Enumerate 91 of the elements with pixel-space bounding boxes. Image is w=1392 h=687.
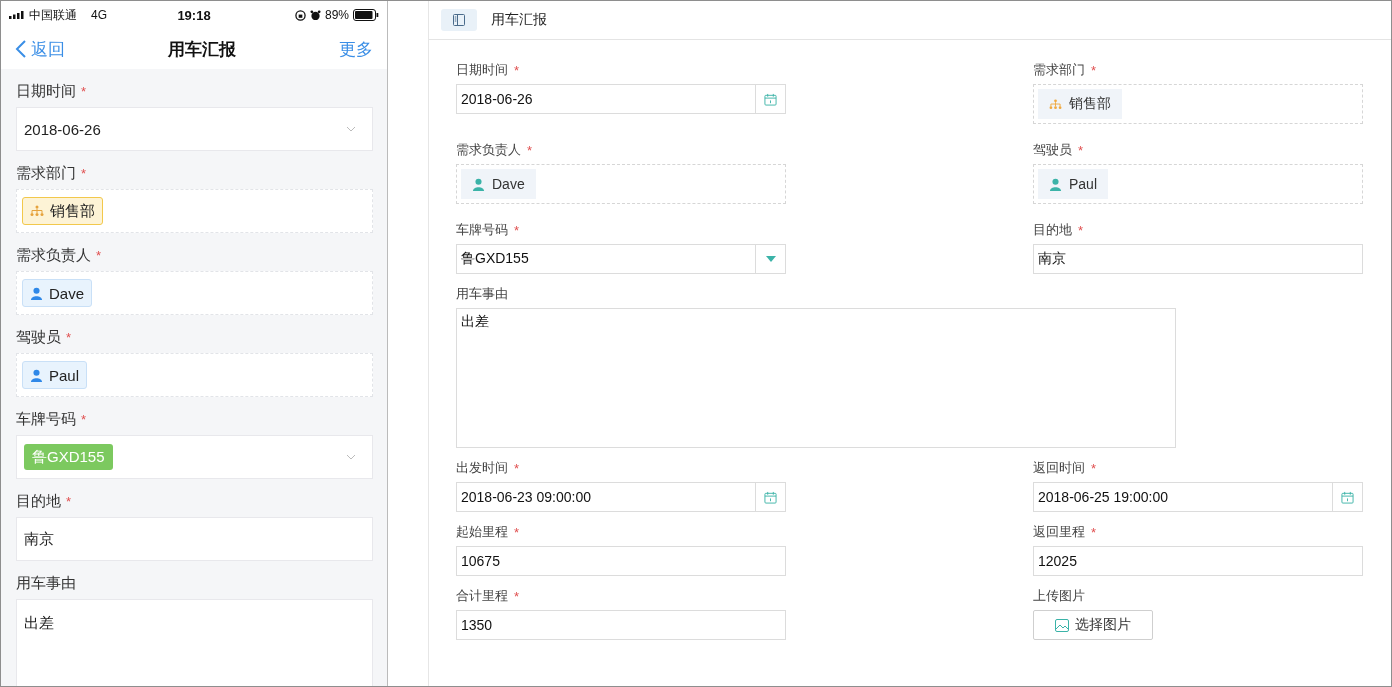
network-type: 4G	[91, 8, 107, 22]
date-field[interactable]: 2018-06-25 19:00:00	[1033, 482, 1363, 512]
date-select[interactable]: 2018-06-26	[16, 107, 373, 151]
image-icon	[1055, 618, 1069, 632]
person-tag: Dave	[461, 169, 536, 199]
required-mark: *	[81, 83, 87, 99]
text-field[interactable]: 1350	[456, 610, 786, 640]
field-label: 驾驶员	[1033, 141, 1072, 159]
field-label: 出发时间	[456, 459, 508, 477]
required-mark: *	[1091, 460, 1097, 476]
field-label: 用车事由	[16, 573, 76, 593]
org-chart-icon	[1049, 98, 1062, 110]
calendar-icon	[764, 92, 777, 106]
required-mark: *	[1078, 222, 1084, 238]
field-label: 用车事由	[456, 285, 508, 303]
required-mark: *	[514, 222, 520, 238]
field-label: 车牌号码	[456, 221, 508, 239]
required-mark: *	[66, 329, 72, 345]
sidebar-icon	[453, 14, 465, 26]
required-mark: *	[514, 524, 520, 540]
person-tag: Dave	[22, 279, 93, 307]
person-picker[interactable]: Paul	[16, 353, 373, 397]
field-label: 需求负责人	[16, 245, 91, 265]
required-mark: *	[66, 493, 72, 509]
date-field[interactable]: 2018-06-23 09:00:00	[456, 482, 786, 512]
department-tag: 销售部	[22, 197, 103, 225]
plate-select[interactable]: 鲁GXD155	[456, 244, 786, 274]
status-time: 19:18	[177, 7, 211, 23]
required-mark: *	[1091, 62, 1097, 78]
field-label: 需求负责人	[456, 141, 521, 159]
field-label: 车牌号码	[16, 409, 76, 429]
required-mark: *	[81, 165, 87, 181]
person-icon	[30, 368, 43, 382]
department-picker[interactable]: 销售部	[1033, 84, 1363, 124]
text-field[interactable]: 10675	[456, 546, 786, 576]
battery-icon	[353, 9, 379, 21]
chevron-down-icon	[346, 454, 356, 460]
field-label: 需求部门	[16, 163, 76, 183]
field-label: 驾驶员	[16, 327, 61, 347]
field-label: 目的地	[1033, 221, 1072, 239]
plate-tag: 鲁GXD155	[24, 444, 113, 470]
department-picker[interactable]: 销售部	[16, 189, 373, 233]
caret-down-icon	[765, 256, 776, 262]
required-mark: *	[81, 411, 87, 427]
text-field[interactable]: 南京	[1033, 244, 1363, 274]
calendar-icon	[764, 490, 777, 504]
field-label: 返回里程	[1033, 523, 1085, 541]
field-label: 日期时间	[16, 81, 76, 101]
more-button[interactable]: 更多	[339, 37, 373, 61]
required-mark: *	[514, 460, 520, 476]
person-picker[interactable]: Dave	[16, 271, 373, 315]
org-chart-icon	[30, 205, 44, 217]
chevron-down-icon	[346, 126, 356, 132]
choose-image-button[interactable]: 选择图片	[1033, 610, 1153, 640]
sidebar-toggle-button[interactable]	[441, 9, 477, 31]
person-picker[interactable]: Paul	[1033, 164, 1363, 204]
field-label: 目的地	[16, 491, 61, 511]
back-button[interactable]: 返回	[15, 37, 65, 61]
required-mark: *	[514, 588, 520, 604]
page-title: 用车汇报	[168, 38, 236, 61]
field-label: 需求部门	[1033, 61, 1085, 79]
rotation-lock-icon	[294, 9, 306, 21]
person-picker[interactable]: Dave	[456, 164, 786, 204]
text-area[interactable]: 出差	[16, 599, 373, 686]
signal-icon	[9, 11, 25, 19]
required-mark: *	[96, 247, 102, 263]
field-label: 合计里程	[456, 587, 508, 605]
required-mark: *	[1078, 142, 1084, 158]
required-mark: *	[1091, 524, 1097, 540]
text-area[interactable]: 出差	[456, 308, 1176, 448]
field-label: 起始里程	[456, 523, 508, 541]
date-field[interactable]: 2018-06-26	[456, 84, 786, 114]
department-tag: 销售部	[1038, 89, 1122, 119]
text-field[interactable]: 12025	[1033, 546, 1363, 576]
person-tag: Paul	[1038, 169, 1109, 199]
back-chevron-icon	[15, 39, 27, 59]
page-title: 用车汇报	[491, 11, 547, 29]
person-tag: Paul	[22, 361, 88, 389]
battery-percent: 89%	[324, 8, 349, 22]
carrier-name: 中国联通	[29, 6, 77, 24]
field-label: 上传图片	[1033, 587, 1085, 605]
calendar-icon	[1341, 490, 1354, 504]
alarm-icon	[309, 9, 321, 21]
field-label: 日期时间	[456, 61, 508, 79]
text-field[interactable]: 南京	[16, 517, 373, 561]
field-label: 返回时间	[1033, 459, 1085, 477]
person-icon	[472, 177, 485, 191]
person-icon	[30, 286, 43, 300]
required-mark: *	[527, 142, 533, 158]
required-mark: *	[514, 62, 520, 78]
person-icon	[1049, 177, 1062, 191]
